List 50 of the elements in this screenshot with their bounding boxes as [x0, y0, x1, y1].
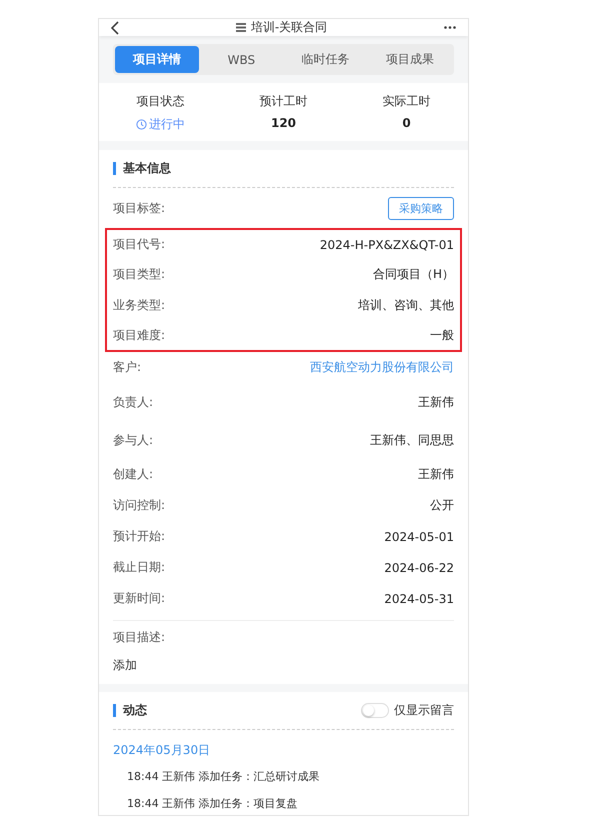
field-label: 负责人:	[113, 394, 154, 410]
list-icon	[236, 23, 246, 32]
field-value: 王新伟、同思思	[370, 432, 454, 448]
section-title: 基本信息	[113, 162, 171, 175]
field-label: 项目代号:	[113, 236, 166, 253]
toggle-switch[interactable]	[361, 703, 389, 718]
field-label: 参与人:	[113, 432, 154, 448]
field-value: 合同项目（H）	[372, 266, 454, 283]
add-link[interactable]: 添加	[113, 653, 137, 684]
field-label: 截止日期:	[113, 559, 166, 576]
stat-value: 0	[402, 116, 411, 130]
field-value: 2024-06-22	[384, 560, 454, 574]
activity-entry: 18:44 王新伟 添加任务：汇总研讨成果	[126, 769, 321, 785]
stat-value: 进行中	[136, 116, 185, 133]
field-label: 项目类型:	[113, 266, 166, 283]
stat-label: 项目状态	[136, 93, 184, 110]
back-icon[interactable]	[111, 20, 119, 34]
field-value: 一般	[430, 327, 454, 344]
more-icon[interactable]	[444, 26, 456, 29]
customer-link[interactable]: 西安航空动力股份有限公司	[310, 359, 454, 376]
activity-entry: 18:44 王新伟 添加任务：项目复盘	[126, 796, 299, 812]
toggle-label: 仅显示留言	[394, 702, 454, 719]
field-label: 预计开始:	[113, 528, 166, 545]
activity-date: 2024年05月30日	[113, 742, 212, 759]
field-label: 访问控制:	[113, 497, 166, 514]
field-label: 客户:	[113, 359, 142, 376]
field-value: 王新伟	[418, 394, 454, 410]
tab[interactable]: 项目成果	[368, 46, 452, 73]
tag-button[interactable]: 采购策略	[388, 196, 454, 220]
field-value: 2024-05-01	[384, 530, 454, 544]
field-label: 项目标签:	[113, 200, 166, 216]
field-value: 2024-H-PX&ZX&QT-01	[320, 238, 454, 252]
field-value: 培训、咨询、其他	[358, 297, 454, 314]
field-label: 项目描述:	[113, 628, 166, 646]
field-value: 王新伟	[418, 466, 454, 483]
field-value: 2024-05-31	[384, 592, 454, 606]
stat-label: 预计工时	[260, 93, 308, 110]
tab[interactable]: WBS	[199, 46, 284, 73]
section-title: 动态	[113, 704, 147, 717]
clock-icon	[136, 119, 147, 130]
tab[interactable]: 项目详情	[115, 46, 200, 73]
field-value: 公开	[430, 497, 454, 514]
tab[interactable]: 临时任务	[284, 46, 368, 73]
page-title: 培训-关联合同	[250, 19, 328, 36]
field-label: 项目难度:	[113, 327, 166, 344]
stat-value: 120	[270, 116, 296, 130]
stat-label: 实际工时	[382, 93, 430, 110]
field-label: 更新时间:	[113, 590, 166, 607]
field-label: 业务类型:	[113, 297, 166, 314]
field-label: 创建人:	[113, 466, 154, 483]
